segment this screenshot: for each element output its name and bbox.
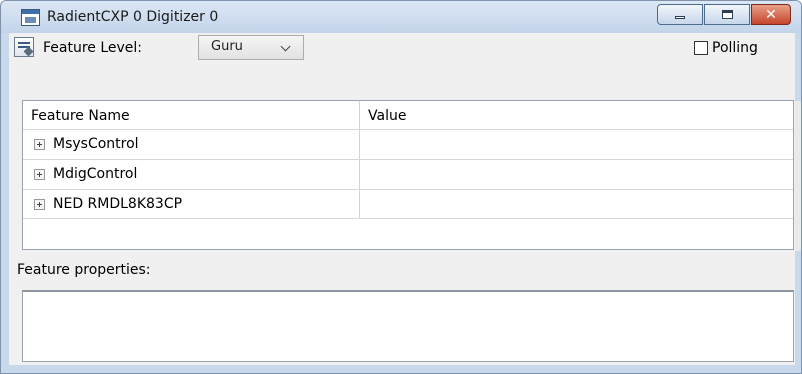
feature-level-label: Feature Level: [43, 40, 143, 56]
main-window: RadientCXP 0 Digitizer 0 ✕ Feature Level… [0, 0, 802, 374]
properties-icon[interactable] [14, 37, 34, 57]
close-button[interactable]: ✕ [751, 4, 791, 25]
caption-buttons: ✕ [657, 4, 791, 25]
title-bar[interactable]: RadientCXP 0 Digitizer 0 ✕ [1, 1, 801, 33]
expand-icon[interactable] [34, 169, 45, 180]
column-header-feature-name[interactable]: Feature Name [31, 108, 130, 124]
table-row[interactable]: MdigControl [23, 159, 793, 189]
window-title: RadientCXP 0 Digitizer 0 [47, 9, 219, 25]
polling-checkbox[interactable]: Polling [694, 40, 758, 56]
feature-level-dropdown[interactable]: Guru [198, 35, 304, 60]
checkbox-box[interactable] [694, 41, 708, 55]
maximize-icon [721, 10, 733, 19]
polling-label: Polling [712, 40, 758, 56]
feature-grid[interactable]: Feature Name Value MsysControl MdigContr… [22, 100, 801, 251]
minimize-icon [675, 16, 685, 19]
client-area: Feature Level: Guru Polling Feature Name… [9, 33, 801, 373]
expand-icon[interactable] [34, 139, 45, 150]
maximize-button[interactable] [704, 4, 750, 25]
column-header-value[interactable]: Value [368, 108, 406, 124]
vertical-scrollbar[interactable] [795, 101, 801, 251]
feature-level-value: Guru [211, 39, 243, 54]
window-bottom-border [9, 365, 795, 373]
table-row[interactable]: MsysControl [23, 129, 793, 159]
expand-icon[interactable] [34, 199, 45, 210]
feature-properties-label: Feature properties: [17, 262, 151, 278]
feature-name: MdigControl [53, 166, 138, 182]
feature-name: NED RMDL8K83CP [53, 196, 183, 212]
app-window-icon[interactable] [21, 9, 40, 26]
close-icon: ✕ [765, 6, 777, 23]
feature-name: MsysControl [53, 136, 139, 152]
table-row[interactable]: NED RMDL8K83CP [23, 189, 793, 219]
grid-header: Feature Name Value [23, 101, 793, 129]
minimize-button[interactable] [657, 4, 703, 25]
row-divider [23, 218, 793, 219]
chevron-down-icon [280, 41, 291, 52]
feature-properties-panel[interactable] [22, 290, 794, 362]
